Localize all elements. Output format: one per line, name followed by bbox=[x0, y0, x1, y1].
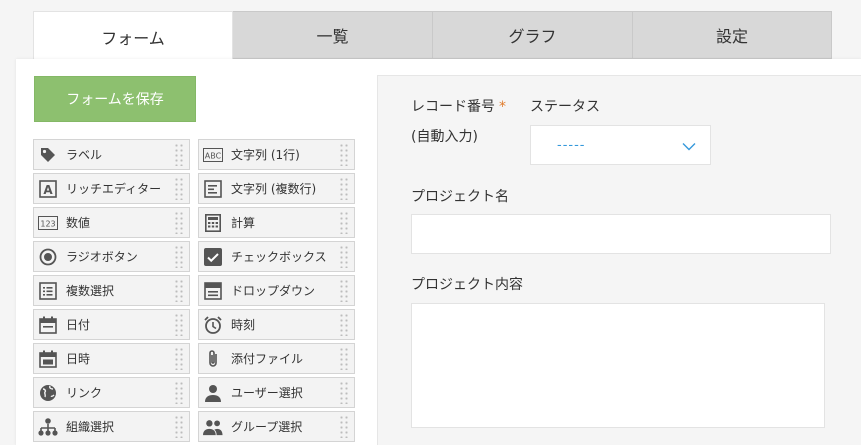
abc-text-icon: ABC bbox=[203, 145, 223, 165]
palette-item-text: ラベル bbox=[66, 148, 103, 162]
checkbox-icon bbox=[203, 247, 223, 267]
palette-item-text: 計算 bbox=[231, 216, 256, 230]
drag-handle[interactable] bbox=[174, 245, 184, 268]
palette-item-radio-button[interactable]: ラジオボタン bbox=[33, 241, 190, 272]
drag-handle[interactable] bbox=[339, 347, 349, 370]
record-number-field-label: レコード番号 * bbox=[411, 96, 506, 116]
multi-select-icon bbox=[38, 281, 58, 301]
palette-item-text: 文字列 (複数行) bbox=[231, 182, 317, 196]
status-label: ステータス bbox=[530, 99, 600, 115]
multiline-text-icon bbox=[203, 179, 223, 199]
palette-item-rich-editor[interactable]: A リッチエディター bbox=[33, 173, 190, 204]
palette-item-text: 日付 bbox=[66, 318, 91, 332]
drag-handle[interactable] bbox=[174, 211, 184, 234]
svg-text:ABC: ABC bbox=[205, 151, 222, 160]
palette-item-text: ラジオボタン bbox=[66, 250, 138, 264]
palette-item-dropdown[interactable]: ドロップダウン bbox=[198, 275, 355, 306]
palette-item-text: 時刻 bbox=[231, 318, 256, 332]
palette-item-text: 複数選択 bbox=[66, 284, 115, 298]
svg-text:A: A bbox=[43, 183, 53, 197]
rich-editor-icon: A bbox=[38, 179, 58, 199]
palette-item-org-select[interactable]: 組織選択 bbox=[33, 411, 190, 442]
status-dropdown-value: ----- bbox=[557, 137, 586, 153]
drag-handle[interactable] bbox=[174, 347, 184, 370]
org-chart-icon bbox=[38, 417, 58, 437]
drag-handle[interactable] bbox=[339, 279, 349, 302]
project-content-label: プロジェクト内容 bbox=[411, 277, 523, 293]
palette-item-checkbox[interactable]: チェックボックス bbox=[198, 241, 355, 272]
palette-item-text: リッチエディター bbox=[66, 182, 162, 196]
palette-item-calculation[interactable]: 計算 bbox=[198, 207, 355, 238]
drag-handle[interactable] bbox=[174, 143, 184, 166]
calculator-icon bbox=[203, 213, 223, 233]
palette-item-link[interactable]: リンク bbox=[33, 377, 190, 408]
radio-button-icon bbox=[38, 247, 58, 267]
drag-handle[interactable] bbox=[174, 381, 184, 404]
alarm-clock-icon bbox=[203, 315, 223, 335]
record-number-label: レコード番号 bbox=[411, 99, 495, 115]
tab-list[interactable]: 一覧 bbox=[233, 11, 433, 59]
dropdown-icon bbox=[203, 281, 223, 301]
paperclip-icon bbox=[203, 349, 223, 369]
drag-handle[interactable] bbox=[174, 279, 184, 302]
palette-item-datetime[interactable]: 日時 bbox=[33, 343, 190, 374]
palette-item-text: 組織選択 bbox=[66, 420, 115, 434]
palette-item-text: 数値 bbox=[66, 216, 91, 230]
save-form-button[interactable]: フォームを保存 bbox=[34, 76, 196, 122]
palette-item-text: ドロップダウン bbox=[231, 284, 316, 298]
project-content-textarea[interactable] bbox=[411, 303, 825, 428]
palette-item-single-line-text[interactable]: ABC 文字列 (1行) bbox=[198, 139, 355, 170]
palette-item-date[interactable]: 日付 bbox=[33, 309, 190, 340]
palette-item-text: ユーザー選択 bbox=[231, 386, 303, 400]
palette-item-text: 日時 bbox=[66, 352, 91, 366]
tab-settings[interactable]: 設定 bbox=[633, 11, 832, 59]
user-icon bbox=[203, 383, 223, 403]
palette-item-label[interactable]: ラベル bbox=[33, 139, 190, 170]
palette-item-multi-line-text[interactable]: 文字列 (複数行) bbox=[198, 173, 355, 204]
chevron-down-icon bbox=[682, 136, 696, 155]
project-name-label: プロジェクト名 bbox=[411, 189, 509, 205]
globe-icon bbox=[38, 383, 58, 403]
drag-handle[interactable] bbox=[174, 313, 184, 336]
drag-handle[interactable] bbox=[174, 177, 184, 200]
drag-handle[interactable] bbox=[339, 415, 349, 438]
palette-item-text: 文字列 (1行) bbox=[231, 148, 300, 162]
svg-text:123: 123 bbox=[40, 219, 55, 228]
calendar-icon bbox=[38, 315, 58, 335]
palette-item-group-select[interactable]: グループ選択 bbox=[198, 411, 355, 442]
tab-form[interactable]: フォーム bbox=[33, 11, 233, 61]
palette-item-multi-select[interactable]: 複数選択 bbox=[33, 275, 190, 306]
palette-item-text: チェックボックス bbox=[231, 250, 327, 264]
drag-handle[interactable] bbox=[339, 381, 349, 404]
drag-handle[interactable] bbox=[339, 143, 349, 166]
drag-handle[interactable] bbox=[339, 177, 349, 200]
drag-handle[interactable] bbox=[174, 415, 184, 438]
required-mark: * bbox=[499, 99, 506, 115]
group-icon bbox=[203, 417, 223, 437]
status-dropdown[interactable]: ----- bbox=[530, 125, 711, 165]
drag-handle[interactable] bbox=[339, 245, 349, 268]
palette-item-text: リンク bbox=[66, 386, 103, 400]
palette-item-user-select[interactable]: ユーザー選択 bbox=[198, 377, 355, 408]
palette-item-attachment[interactable]: 添付ファイル bbox=[198, 343, 355, 374]
palette-item-time[interactable]: 時刻 bbox=[198, 309, 355, 340]
auto-input-label: (自動入力) bbox=[411, 129, 478, 145]
tab-bar: フォーム 一覧 グラフ 設定 bbox=[33, 11, 832, 61]
calendar-datetime-icon bbox=[38, 349, 58, 369]
number-123-icon: 123 bbox=[38, 213, 58, 233]
palette-item-text: グループ選択 bbox=[231, 420, 303, 434]
drag-handle[interactable] bbox=[339, 211, 349, 234]
drag-handle[interactable] bbox=[339, 313, 349, 336]
project-name-input[interactable] bbox=[411, 214, 831, 254]
tag-icon bbox=[38, 145, 58, 165]
palette-item-text: 添付ファイル bbox=[231, 352, 304, 366]
tab-graph[interactable]: グラフ bbox=[433, 11, 633, 59]
palette-item-number[interactable]: 123 数値 bbox=[33, 207, 190, 238]
